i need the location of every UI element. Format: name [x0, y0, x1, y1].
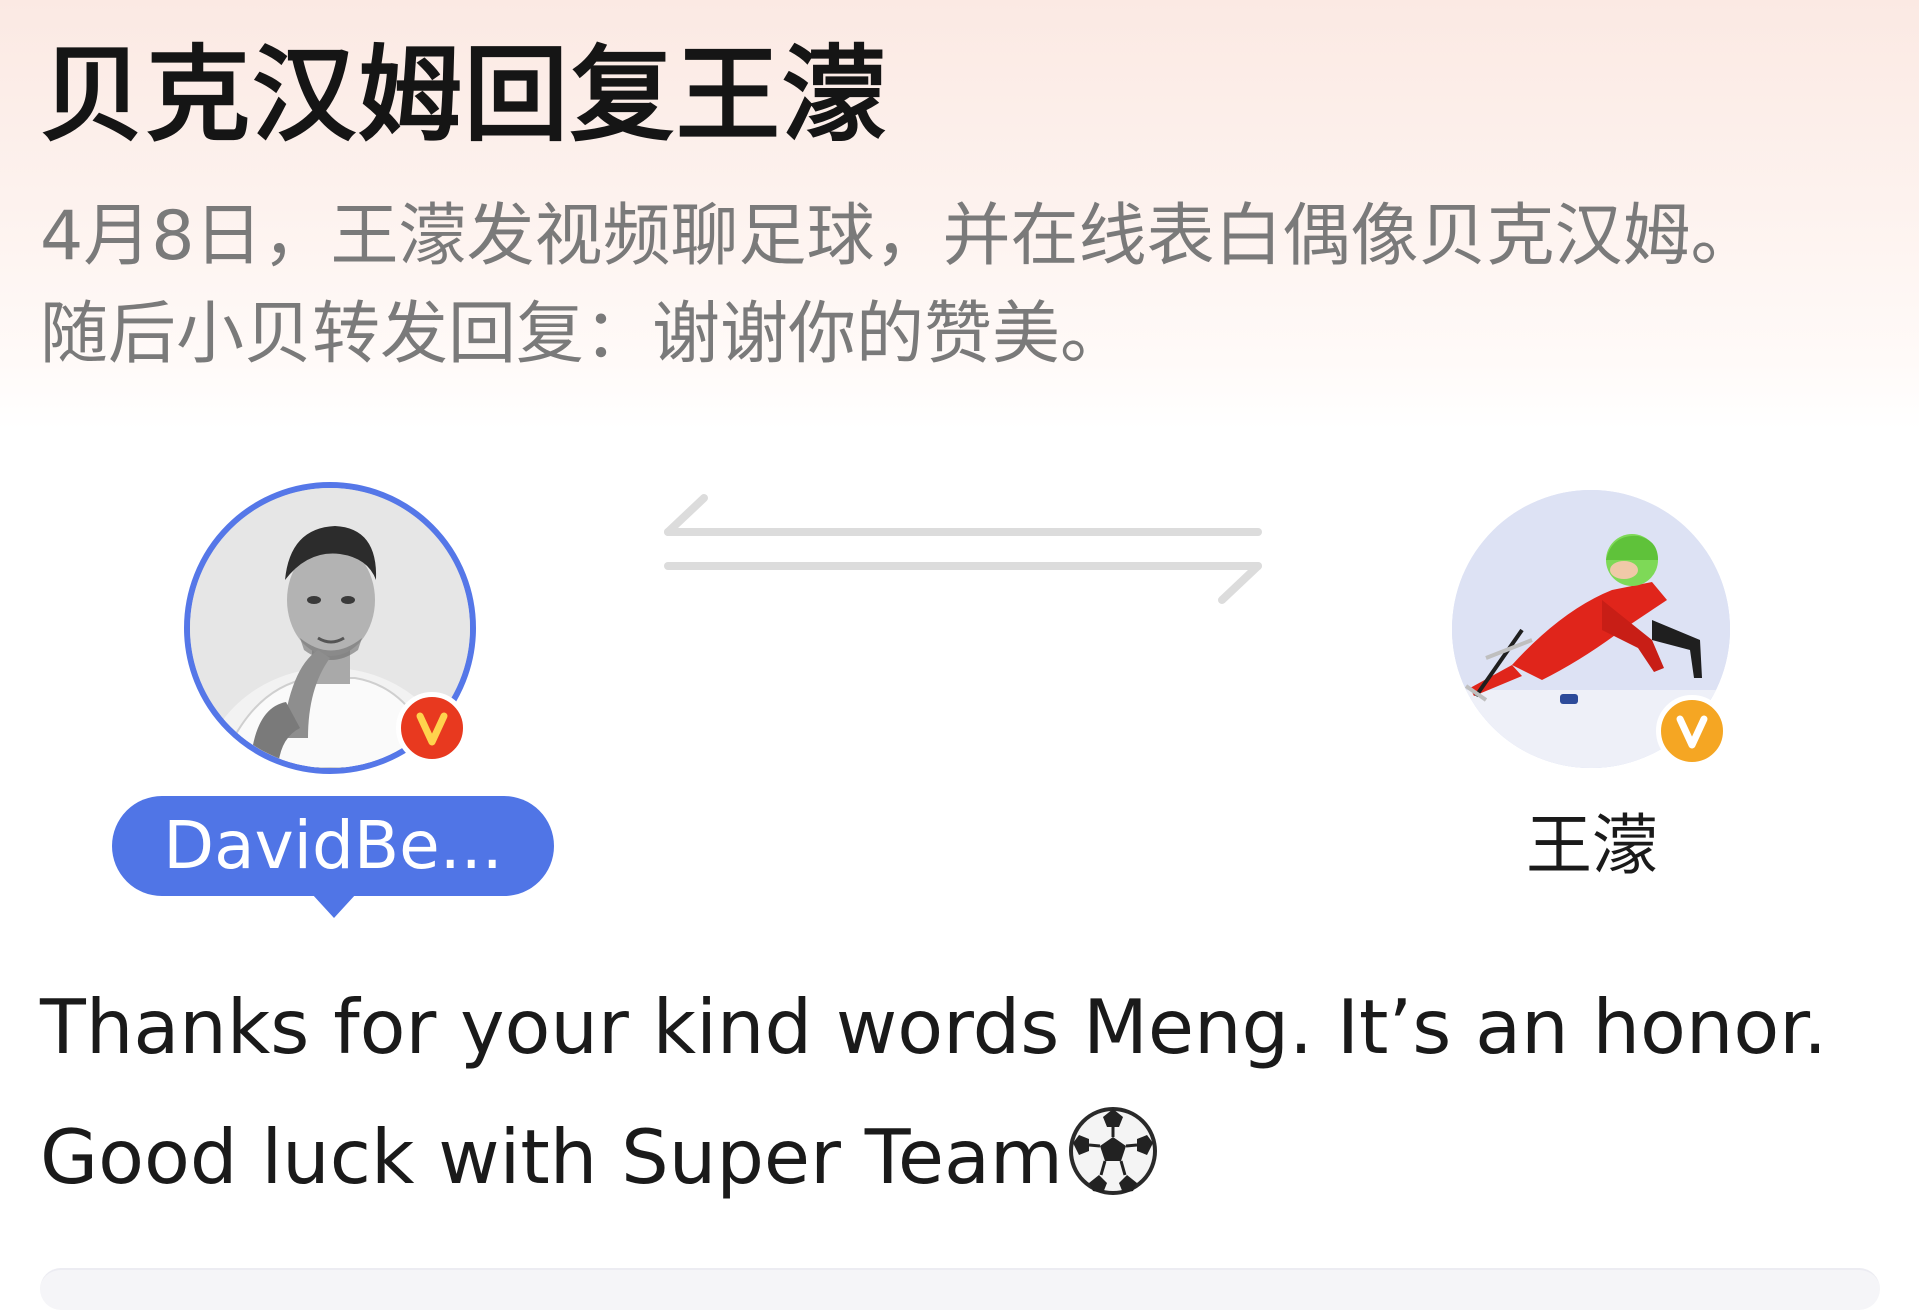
quote-line-2-text: Good luck with Super Team — [40, 1113, 1063, 1201]
next-card-edge — [40, 1268, 1880, 1310]
summary-line-1: 4月8日，王濛发视频聊足球，并在线表白偶像贝克汉姆。 — [40, 197, 1759, 276]
wang-meng-username[interactable]: 王濛 — [1420, 796, 1764, 896]
quote-line-1: Thanks for your kind words Meng. It’s an… — [40, 983, 1828, 1071]
reply-quote: Thanks for your kind words Meng. It’s an… — [40, 962, 1900, 1222]
beckham-name-bubble[interactable]: DavidBe... — [112, 796, 554, 918]
two-way-arrows-icon — [664, 494, 1262, 604]
verified-badge-beckham — [396, 692, 468, 764]
quote-line-2: Good luck with Super Team — [40, 1092, 1900, 1222]
soccer-ball-icon — [1068, 1107, 1157, 1195]
beckham-username: DavidBe... — [163, 807, 503, 884]
verified-badge-wang-meng — [1656, 695, 1728, 767]
page-title: 贝克汉姆回复王濛 — [40, 34, 889, 156]
verified-v-icon — [416, 712, 448, 746]
summary-line-2: 随后小贝转发回复：谢谢你的赞美。 — [40, 295, 1129, 374]
news-summary: 4月8日，王濛发视频聊足球，并在线表白偶像贝克汉姆。 随后小贝转发回复：谢谢你的… — [40, 188, 1880, 384]
verified-v-icon — [1676, 715, 1708, 749]
